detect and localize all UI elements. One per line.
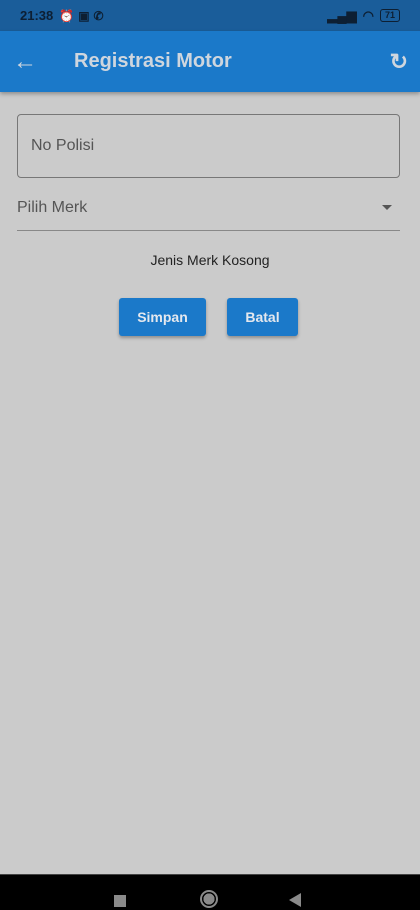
- cast-icon: ▣: [78, 8, 90, 23]
- merk-dropdown[interactable]: Pilih Merk: [17, 185, 400, 231]
- page-title: Registrasi Motor: [74, 50, 232, 72]
- navigation-bar: [0, 874, 420, 910]
- status-time: 21:38: [20, 8, 54, 23]
- arrow-left-icon[interactable]: ←: [0, 48, 50, 76]
- merk-placeholder: Pilih Merk: [17, 198, 88, 216]
- recents-icon[interactable]: [114, 895, 126, 907]
- no-polisi-input[interactable]: No Polisi: [17, 114, 400, 178]
- cancel-button[interactable]: Batal: [227, 298, 298, 336]
- status-bar: 21:38 ⏰ ▣ ✆ ▂▄▆ ◠ 71: [0, 0, 420, 31]
- back-nav-icon[interactable]: [289, 893, 301, 907]
- home-icon[interactable]: [200, 890, 218, 908]
- refresh-icon[interactable]: ↻: [390, 49, 408, 75]
- signal-icon: ▂▄▆: [327, 7, 357, 23]
- wifi-icon: ◠: [362, 7, 374, 23]
- empty-merk-message: Jenis Merk Kosong: [150, 252, 270, 268]
- call-icon: ✆: [93, 8, 104, 23]
- dropdown-arrow-icon: [382, 205, 392, 210]
- battery-icon: 71: [379, 9, 400, 22]
- save-button[interactable]: Simpan: [119, 298, 206, 336]
- app-bar: ← Registrasi Motor ↻: [0, 31, 420, 92]
- no-polisi-label: No Polisi: [31, 137, 95, 154]
- alarm-icon: ⏰: [59, 8, 75, 23]
